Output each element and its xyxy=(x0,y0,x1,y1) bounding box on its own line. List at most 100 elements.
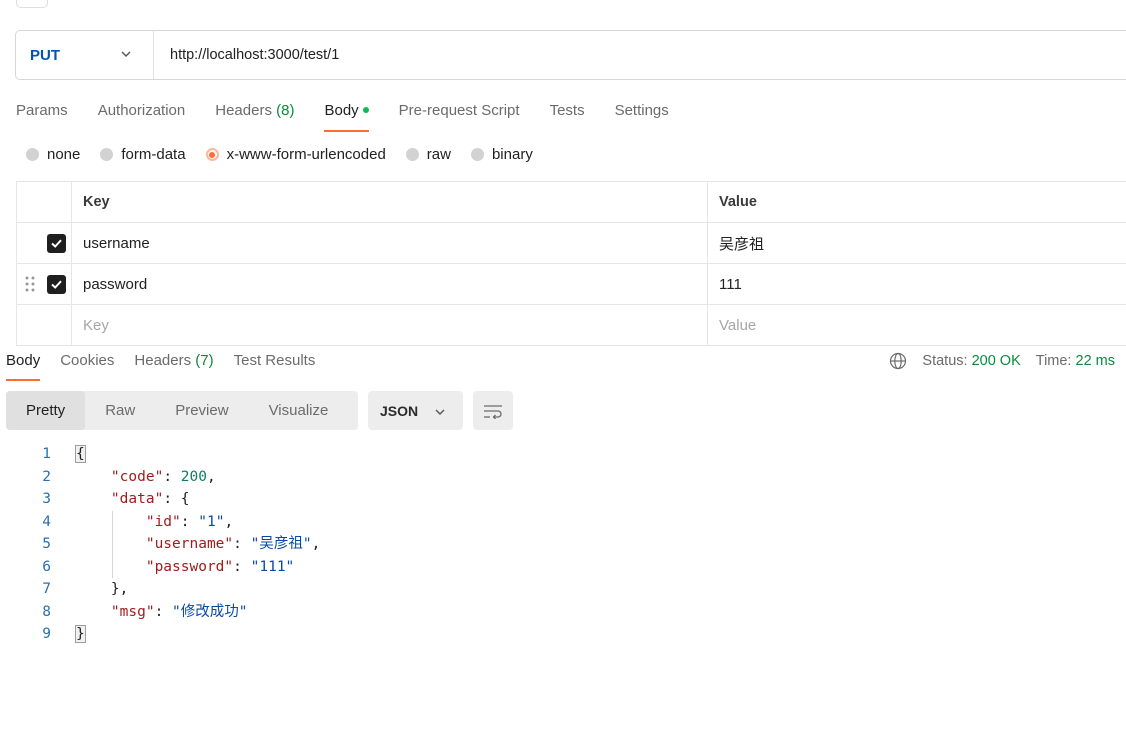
radio-button[interactable] xyxy=(205,148,219,161)
code-line: 8 "msg": "修改成功" xyxy=(0,601,600,624)
tab-label: Authorization xyxy=(97,102,186,119)
body-type-raw[interactable]: raw xyxy=(405,146,451,163)
code-text: "password": "111" xyxy=(145,558,295,575)
new-value-input[interactable]: Value xyxy=(708,305,1126,345)
row-value[interactable]: 111 xyxy=(708,264,1126,304)
radio-button[interactable] xyxy=(26,148,39,161)
table-row: username 吴彦祖 xyxy=(16,223,1126,264)
tab-label: Headers xyxy=(215,102,272,119)
table-row: password 111 xyxy=(16,264,1126,305)
response-tab-test-results[interactable]: Test Results xyxy=(234,350,316,381)
modified-dot-icon xyxy=(362,106,369,113)
radio-label: raw xyxy=(426,146,451,163)
time-value: 22 ms xyxy=(1075,353,1116,369)
request-url-bar: PUT http://localhost:3000/test/1 xyxy=(15,30,1126,80)
code-text: }, xyxy=(76,581,129,597)
tab-label: Params xyxy=(16,102,68,119)
method-select[interactable]: PUT xyxy=(16,31,154,79)
chevron-down-icon xyxy=(121,51,131,57)
radio-button[interactable] xyxy=(100,148,114,161)
tab-count: (8) xyxy=(276,102,295,119)
view-mode-pretty[interactable]: Pretty xyxy=(6,391,86,430)
response-status: Status: 200 OK Time: 22 ms xyxy=(889,350,1115,372)
row-controls xyxy=(16,223,72,263)
line-number: 9 xyxy=(42,626,51,642)
line-number: 8 xyxy=(42,603,51,620)
tab-pre-request-script[interactable]: Pre-request Script xyxy=(399,100,520,132)
body-type-x-www-form-urlencoded[interactable]: x-www-form-urlencoded xyxy=(205,146,386,163)
radio-label: none xyxy=(47,146,81,163)
response-tab-body[interactable]: Body xyxy=(6,350,41,381)
body-type-form-data[interactable]: form-data xyxy=(100,146,186,163)
status-value: 200 OK xyxy=(971,353,1021,369)
tab-tests[interactable]: Tests xyxy=(550,100,585,132)
code-text: "msg": "修改成功" xyxy=(110,603,248,620)
code-text: } xyxy=(75,625,86,643)
body-type-none[interactable]: none xyxy=(26,146,80,163)
chevron-down-icon xyxy=(435,409,445,415)
line-number: 7 xyxy=(42,581,51,597)
row-checkbox[interactable] xyxy=(47,234,66,253)
code-text: { xyxy=(75,445,86,463)
table-row-new: Key Value xyxy=(16,305,1126,346)
code-line: 2 "code": 200, xyxy=(0,466,600,489)
code-line: 9} xyxy=(0,623,600,646)
new-key-input[interactable]: Key xyxy=(72,305,708,345)
line-number: 6 xyxy=(42,558,51,575)
tab-label: Body xyxy=(6,352,41,369)
tab-label: Settings xyxy=(614,102,669,119)
row-key[interactable]: password xyxy=(72,264,708,304)
radio-button[interactable] xyxy=(405,148,419,161)
line-number: 2 xyxy=(42,468,51,485)
format-select[interactable]: JSON xyxy=(368,391,463,430)
tab-label: Body xyxy=(324,102,359,119)
response-body-code[interactable]: 1{2 "code": 200, 3 "data": {4 "id": "1", 5… xyxy=(0,443,600,646)
response-tab-headers[interactable]: Headers (7) xyxy=(134,350,213,381)
wrap-lines-button[interactable] xyxy=(473,391,513,430)
tab-count: (7) xyxy=(195,352,214,369)
code-line: 6 "password": "111" xyxy=(0,556,600,579)
row-key[interactable]: username xyxy=(72,223,708,263)
tab-label: Cookies xyxy=(60,352,115,369)
request-tabs: Params Authorization Headers (8) Body Pre-re… xyxy=(16,100,699,132)
tab-settings[interactable]: Settings xyxy=(615,100,669,132)
top-stub xyxy=(16,0,48,8)
radio-label: x-www-form-urlencoded xyxy=(226,146,386,163)
response-tab-cookies[interactable]: Cookies xyxy=(60,350,114,381)
globe-icon[interactable] xyxy=(889,352,907,370)
view-mode-visualize[interactable]: Visualize xyxy=(249,391,349,430)
code-text: "code": 200, xyxy=(110,468,216,485)
code-text: "id": "1", xyxy=(145,513,234,530)
checkmark-icon xyxy=(51,280,62,289)
row-checkbox[interactable] xyxy=(47,275,66,294)
row-value[interactable]: 吴彦祖 xyxy=(708,223,1126,263)
tab-body[interactable]: Body xyxy=(324,100,369,132)
tab-authorization[interactable]: Authorization xyxy=(98,100,186,132)
table-header-row: Key Value xyxy=(16,182,1126,223)
body-type-options: none form-data x-www-form-urlencoded raw bin… xyxy=(26,146,553,163)
indent-guide xyxy=(112,510,113,578)
header-spacer xyxy=(16,182,72,222)
params-table: Key Value username 吴彦祖 password 111 Key … xyxy=(16,181,1126,346)
wrap-lines-icon xyxy=(484,404,502,419)
line-number: 1 xyxy=(42,446,51,462)
tab-params[interactable]: Params xyxy=(16,100,68,132)
row-controls xyxy=(16,264,72,304)
radio-label: form-data xyxy=(121,146,186,163)
format-label: JSON xyxy=(380,402,419,419)
code-text: "data": { xyxy=(110,491,190,507)
url-input[interactable]: http://localhost:3000/test/1 xyxy=(154,47,339,63)
body-type-binary[interactable]: binary xyxy=(470,146,533,163)
view-mode-raw[interactable]: Raw xyxy=(85,391,155,430)
header-key: Key xyxy=(72,182,708,222)
tab-label: Pre-request Script xyxy=(398,102,520,119)
line-number: 3 xyxy=(42,491,51,507)
radio-label: binary xyxy=(491,146,533,163)
view-mode-preview[interactable]: Preview xyxy=(155,391,248,430)
tab-label: Headers xyxy=(134,352,192,369)
drag-handle-icon[interactable] xyxy=(25,276,35,292)
header-value: Value xyxy=(719,194,757,210)
tab-headers[interactable]: Headers (8) xyxy=(215,100,294,132)
radio-button[interactable] xyxy=(470,148,484,161)
checkmark-icon xyxy=(51,239,62,248)
